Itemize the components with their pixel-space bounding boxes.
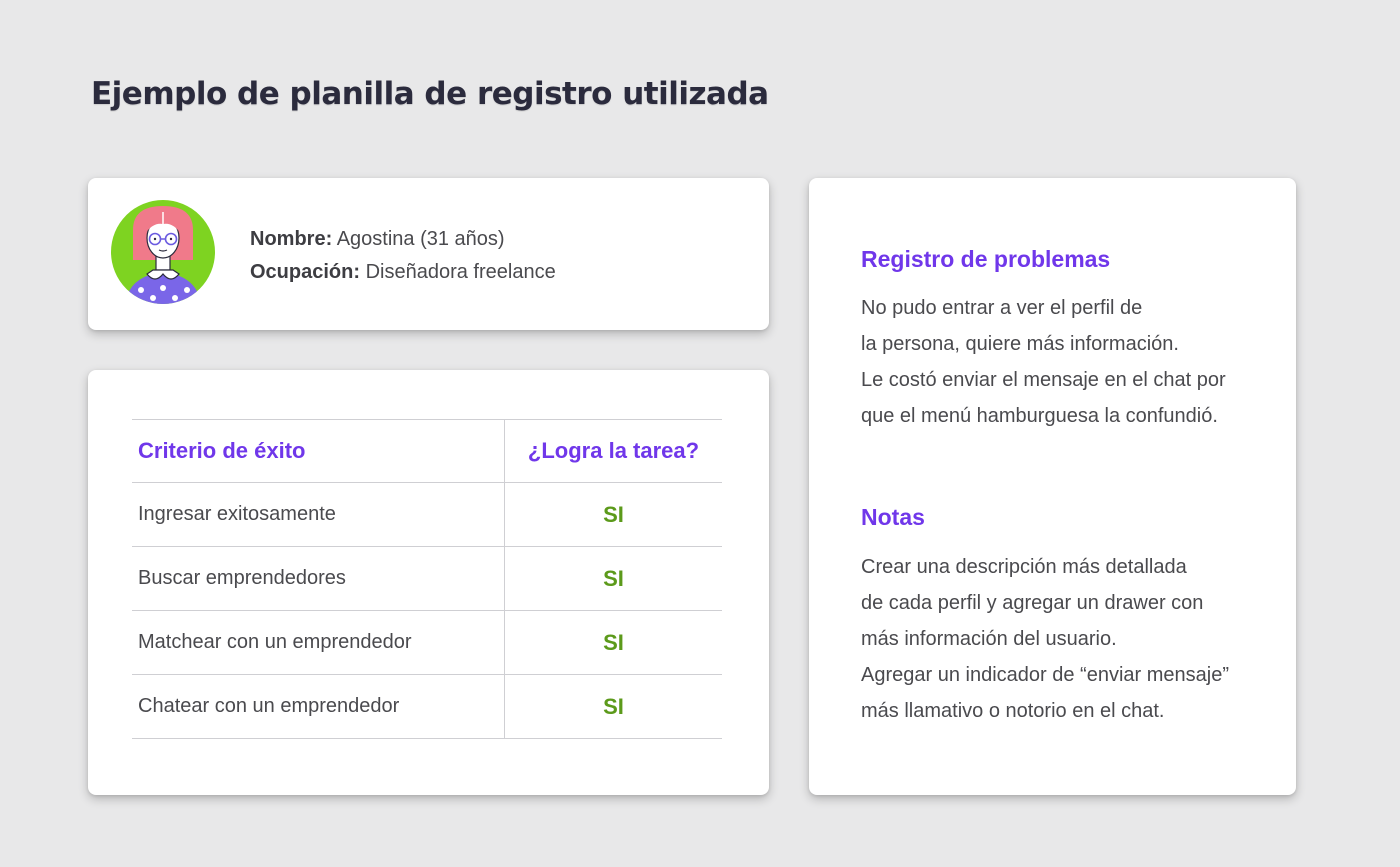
- result-cell: SI: [504, 610, 722, 675]
- notes-line: de cada perfil y agregar un drawer con: [861, 592, 1204, 614]
- problems-line: que el menú hamburguesa la confundió.: [861, 405, 1218, 427]
- occupation-label: Ocupación:: [250, 261, 361, 283]
- result-cell: SI: [504, 546, 722, 611]
- user-avatar-icon: [111, 200, 215, 304]
- table-row: Ingresar exitosamente SI: [132, 482, 722, 547]
- page-title: Ejemplo de planilla de registro utilizad…: [91, 76, 769, 112]
- problems-line: Le costó enviar el mensaje en el chat po…: [861, 369, 1226, 391]
- table-header-row: Criterio de éxito ¿Logra la tarea?: [132, 419, 722, 483]
- task-cell: Matchear con un emprendedor: [132, 610, 505, 675]
- task-cell: Ingresar exitosamente: [132, 482, 505, 547]
- result-cell: SI: [504, 674, 722, 739]
- profile-occupation-row: Ocupación: Diseñadora freelance: [250, 256, 556, 289]
- result-cell: SI: [504, 482, 722, 547]
- notes-body: Crear una descripción más detallada de c…: [861, 549, 1229, 729]
- criteria-table-card: Criterio de éxito ¿Logra la tarea? Ingre…: [88, 370, 769, 795]
- problems-title: Registro de problemas: [861, 246, 1111, 272]
- name-value: Agostina (31 años): [336, 228, 505, 250]
- table-row: Buscar emprendedores SI: [132, 546, 722, 611]
- name-label: Nombre:: [250, 228, 333, 250]
- profile-name-row: Nombre: Agostina (31 años): [250, 223, 556, 256]
- table-row: Matchear con un emprendedor SI: [132, 610, 722, 675]
- header-achieves-task: ¿Logra la tarea?: [504, 419, 722, 483]
- notes-line: más información del usuario.: [861, 628, 1117, 650]
- task-cell: Buscar emprendedores: [132, 546, 505, 611]
- profile-card: Nombre: Agostina (31 años) Ocupación: Di…: [88, 178, 769, 330]
- table-row: Chatear con un emprendedor SI: [132, 674, 722, 739]
- occupation-value: Diseñadora freelance: [365, 261, 556, 283]
- criteria-table: Criterio de éxito ¿Logra la tarea? Ingre…: [132, 419, 722, 739]
- notes-line: Agregar un indicador de “enviar mensaje”: [861, 664, 1229, 686]
- notes-line: Crear una descripción más detallada: [861, 556, 1187, 578]
- problems-line: No pudo entrar a ver el perfil de: [861, 297, 1143, 319]
- notes-title: Notas: [861, 504, 925, 530]
- problems-body: No pudo entrar a ver el perfil de la per…: [861, 290, 1226, 434]
- notes-card: Registro de problemas No pudo entrar a v…: [809, 178, 1296, 795]
- problems-line: la persona, quiere más información.: [861, 333, 1179, 355]
- header-criteria: Criterio de éxito: [132, 419, 505, 483]
- notes-line: más llamativo o notorio en el chat.: [861, 700, 1165, 722]
- task-cell: Chatear con un emprendedor: [132, 674, 505, 739]
